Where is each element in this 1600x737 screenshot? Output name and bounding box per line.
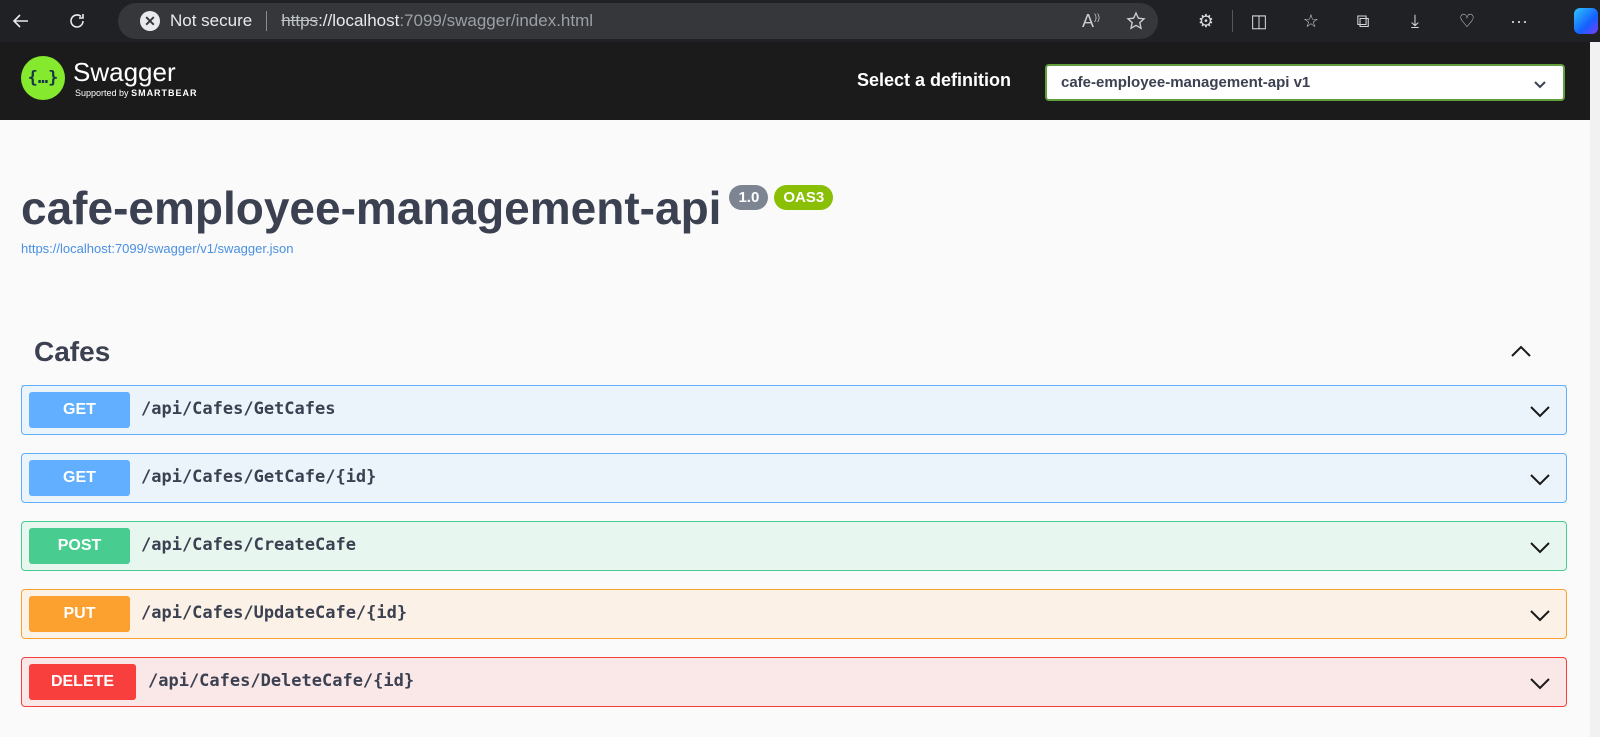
favorites-button[interactable]: ☆ — [1285, 0, 1337, 42]
definition-selected-value: cafe-employee-management-api v1 — [1061, 74, 1311, 91]
method-badge: POST — [29, 528, 130, 564]
logo-supported-by: Supported by SMARTBEAR — [75, 88, 198, 98]
chevron-down-icon[interactable] — [1528, 535, 1552, 559]
swagger-logo[interactable]: {…} Swagger Supported by SMARTBEAR — [21, 56, 198, 100]
refresh-button[interactable] — [56, 0, 98, 42]
browser-essentials-button[interactable]: ♡ — [1441, 0, 1493, 42]
favorites-icon: ☆ — [1302, 10, 1320, 31]
not-secure-icon: ✕ — [140, 11, 160, 31]
logo-supported-text: Supported by — [75, 88, 129, 98]
refresh-icon — [70, 14, 84, 28]
spec-url-link[interactable]: https://localhost:7099/swagger/v1/swagge… — [21, 241, 293, 256]
url-text[interactable]: https://localhost:7099/swagger/index.htm… — [281, 11, 593, 31]
definition-label: Select a definition — [857, 70, 1012, 90]
download-icon: ⤓ — [1411, 10, 1419, 31]
more-dots-icon: ··· — [1510, 10, 1528, 31]
swagger-topbar: {…} Swagger Supported by SMARTBEAR Selec… — [0, 42, 1590, 120]
method-badge: GET — [29, 392, 130, 428]
collections-button[interactable]: ⧉ — [1337, 0, 1389, 42]
heart-pulse-icon: ♡ — [1458, 10, 1476, 31]
page-scrollbar[interactable] — [1590, 42, 1600, 737]
extensions-button[interactable]: ⚙ — [1180, 0, 1232, 42]
operation-path: /api/Cafes/GetCafe/{id} — [141, 467, 377, 487]
puzzle-icon: ⚙ — [1197, 10, 1215, 31]
oas-badge: OAS3 — [774, 185, 834, 210]
favorite-star-icon[interactable] — [1126, 11, 1146, 31]
version-badge: 1.0 — [729, 185, 769, 210]
chevron-down-icon[interactable] — [1528, 467, 1552, 491]
copilot-icon[interactable] — [1574, 8, 1598, 34]
tag-title: Cafes — [34, 336, 111, 367]
operation-path: /api/Cafes/CreateCafe — [141, 535, 356, 555]
definition-select[interactable]: cafe-employee-management-api v1 — [1045, 64, 1565, 101]
operation-path: /api/Cafes/DeleteCafe/{id} — [148, 671, 415, 691]
chevron-down-icon[interactable] — [1528, 399, 1552, 423]
operation-path: /api/Cafes/GetCafes — [141, 399, 336, 419]
chevron-down-icon[interactable] — [1528, 603, 1552, 627]
operation-get-cafe-by-id[interactable]: GET /api/Cafes/GetCafe/{id} — [21, 453, 1567, 503]
collections-icon: ⧉ — [1356, 10, 1370, 31]
logo-title: Swagger — [73, 57, 176, 87]
address-bar-actions: A)) — [1082, 3, 1146, 39]
chevron-up-icon[interactable] — [1509, 340, 1533, 364]
security-label: Not secure — [170, 11, 253, 30]
method-badge: GET — [29, 460, 130, 496]
swagger-braces-icon: {…} — [21, 56, 65, 100]
url-path: :7099/swagger/index.html — [399, 11, 594, 30]
api-info-header: cafe-employee-management-api 1.0 OAS3 — [21, 180, 834, 236]
read-aloud-icon[interactable]: A)) — [1082, 11, 1100, 32]
browser-toolbar-icons: ⚙ ◫ ☆ ⧉ ⤓ ♡ ··· — [1180, 0, 1545, 42]
downloads-button[interactable]: ⤓ — [1389, 0, 1441, 42]
operation-path: /api/Cafes/UpdateCafe/{id} — [141, 603, 408, 623]
chevron-down-icon[interactable] — [1528, 671, 1552, 695]
api-title: cafe-employee-management-api — [21, 182, 722, 234]
url-scheme: https — [281, 11, 319, 30]
operation-delete-cafe[interactable]: DELETE /api/Cafes/DeleteCafe/{id} — [21, 657, 1567, 707]
split-screen-icon: ◫ — [1250, 10, 1268, 31]
method-badge: DELETE — [29, 664, 136, 700]
operation-create-cafe[interactable]: POST /api/Cafes/CreateCafe — [21, 521, 1567, 571]
operation-get-cafes[interactable]: GET /api/Cafes/GetCafes — [21, 385, 1567, 435]
more-menu-button[interactable]: ··· — [1493, 0, 1545, 42]
security-indicator[interactable]: ✕ Not secure — [140, 11, 252, 31]
method-badge: PUT — [29, 596, 130, 632]
back-button[interactable] — [0, 0, 42, 42]
chevron-down-icon — [1534, 81, 1546, 89]
url-host: ://localhost — [318, 11, 400, 30]
arrow-left-icon — [12, 14, 28, 28]
tag-section-cafes[interactable]: Cafes — [21, 328, 1567, 386]
address-divider — [266, 11, 268, 31]
logo-brand: SMARTBEAR — [131, 88, 198, 98]
operation-update-cafe[interactable]: PUT /api/Cafes/UpdateCafe/{id} — [21, 589, 1567, 639]
split-screen-button[interactable]: ◫ — [1233, 0, 1285, 42]
address-bar[interactable]: ✕ Not secure https://localhost:7099/swag… — [118, 3, 1158, 39]
